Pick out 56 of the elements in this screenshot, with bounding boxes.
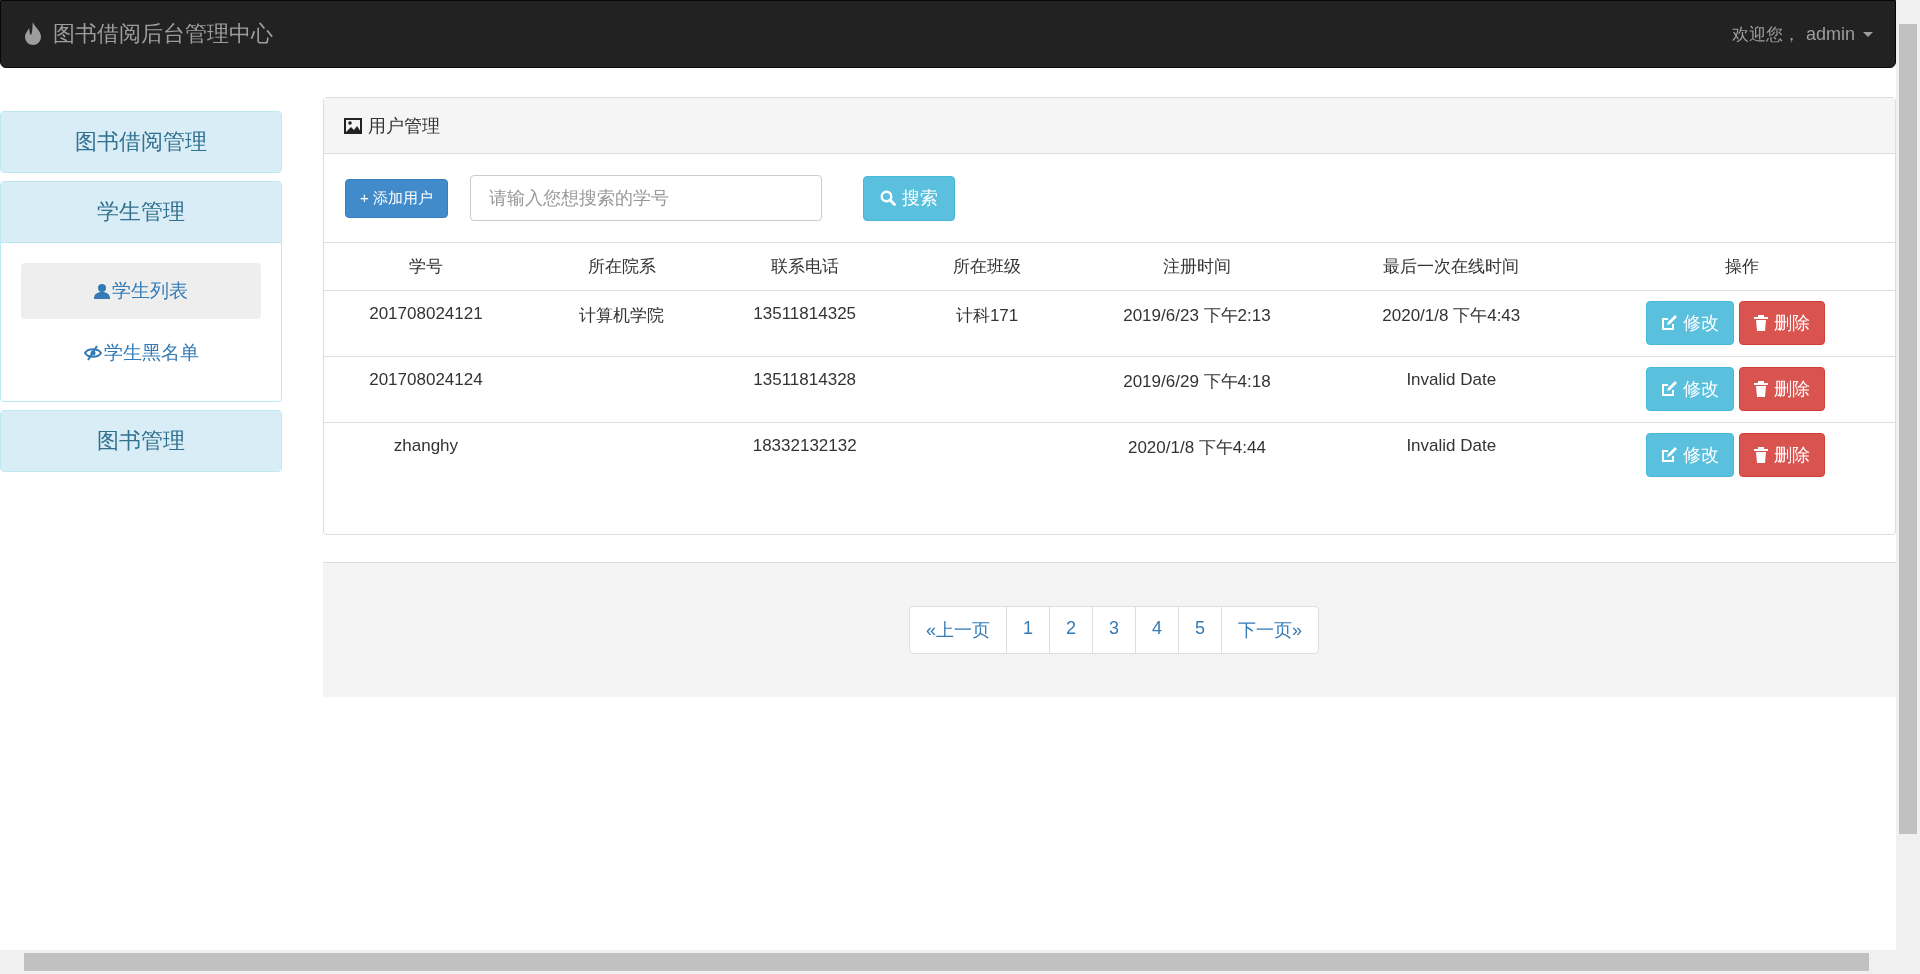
picture-icon (344, 117, 362, 134)
brand-title[interactable]: 图书借阅后台管理中心 (53, 19, 273, 49)
sidebar-item[interactable]: 学生黑名单 (21, 325, 261, 381)
horizontal-scrollbar[interactable] (0, 950, 1920, 974)
table-cell: 2019/6/23 下午2:13 (1123, 306, 1271, 325)
table-cell: 2020/1/8 下午4:43 (1382, 306, 1521, 325)
sidebar-item[interactable]: 学生列表 (21, 263, 261, 319)
edit-icon (1660, 381, 1677, 397)
flame-icon (23, 22, 43, 46)
table-cell: 2019/6/29 下午4:18 (1123, 372, 1271, 391)
search-field[interactable]: 请输入您想搜索的学号 (469, 175, 822, 221)
sidebar-group[interactable]: 图书借阅管理 (1, 112, 281, 172)
page-link[interactable]: 下一页» (1221, 606, 1320, 654)
table-cell: Invalid Date (1406, 436, 1497, 455)
user-icon (94, 283, 110, 299)
column-header: 学号 (408, 257, 443, 276)
page-link[interactable]: 5 (1178, 606, 1223, 654)
table-cell: Invalid Date (1406, 370, 1497, 389)
vertical-scrollbar[interactable] (1896, 0, 1920, 950)
column-header: 所在班级 (953, 257, 1022, 276)
page-link[interactable]: 4 (1135, 606, 1179, 654)
table-cell: 2020/1/8 下午4:44 (1127, 438, 1266, 457)
trash-icon (1753, 381, 1768, 397)
delete-button[interactable]: 删除 (1738, 301, 1825, 345)
user-menu[interactable]: admin (1805, 23, 1873, 45)
sidebar-group[interactable]: 图书管理 (1, 411, 281, 471)
trash-icon (1753, 315, 1768, 331)
table-cell: 201708024124 (369, 370, 483, 389)
sidebar-group[interactable]: 学生管理 (1, 182, 281, 243)
table-cell: zhanghy (393, 436, 459, 455)
table-cell: 计算机学院 (579, 306, 665, 325)
delete-button[interactable]: 删除 (1738, 367, 1825, 411)
table-cell: 13511814325 (753, 304, 857, 323)
table-cell: 201708024121 (369, 304, 483, 323)
column-header: 最后一次在线时间 (1383, 257, 1520, 276)
edit-icon (1660, 447, 1677, 463)
page-link[interactable]: «上一页 (908, 606, 1007, 654)
table-cell: 计科171 (955, 306, 1019, 325)
delete-button[interactable]: 删除 (1738, 433, 1825, 477)
column-header: 所在院系 (587, 257, 656, 276)
trash-icon (1753, 447, 1768, 463)
page-link[interactable]: 1 (1005, 606, 1050, 654)
panel-title: 用户管理 (368, 114, 440, 138)
caret-icon (1863, 31, 1873, 37)
page-link[interactable]: 2 (1048, 606, 1093, 654)
column-header: 联系电话 (770, 257, 839, 276)
table-cell: 13511814328 (753, 370, 857, 389)
column-header: 注册时间 (1162, 257, 1231, 276)
edit-icon (1660, 315, 1677, 331)
eye-slash-icon (83, 345, 102, 361)
column-header: 操作 (1725, 257, 1760, 276)
add-user-button[interactable]: + 添加用户 (345, 178, 448, 218)
page-link[interactable]: 3 (1092, 606, 1136, 654)
table-cell: 18332132132 (752, 436, 857, 455)
search-icon (879, 190, 896, 206)
welcome-text: 欢迎您， (1731, 23, 1800, 46)
